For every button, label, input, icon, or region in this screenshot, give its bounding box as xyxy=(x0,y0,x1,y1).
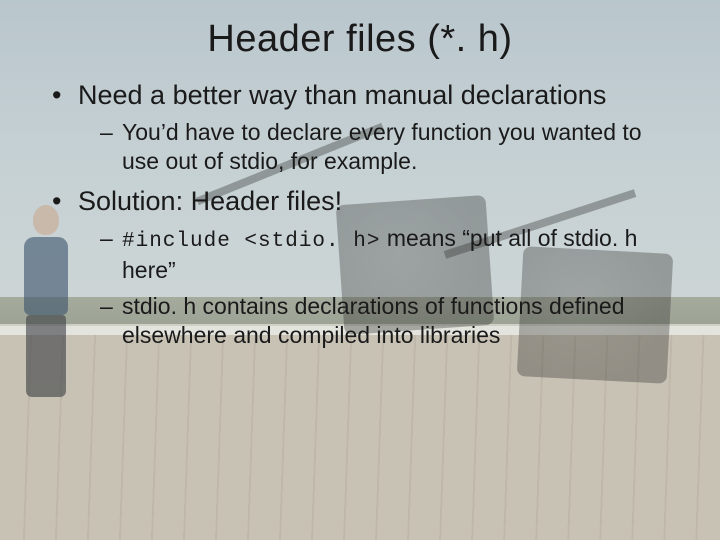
slide-title: Header files (*. h) xyxy=(40,18,680,61)
sub-bullet-item: You’d have to declare every function you… xyxy=(100,118,680,176)
bullet-item: Solution: Header files! #include <stdio.… xyxy=(52,185,680,349)
sub-bullet-item: #include <stdio. h> means “put all of st… xyxy=(100,224,680,284)
code-snippet: #include <stdio. h> xyxy=(122,230,380,253)
bullet-text: Need a better way than manual declaratio… xyxy=(78,80,606,110)
slide: Header files (*. h) Need a better way th… xyxy=(0,0,720,540)
bullet-list: Need a better way than manual declaratio… xyxy=(40,79,680,350)
sub-bullet-text: stdio. h contains declarations of functi… xyxy=(122,293,625,348)
sub-bullet-text: You’d have to declare every function you… xyxy=(122,119,642,174)
bullet-item: Need a better way than manual declaratio… xyxy=(52,79,680,175)
sub-bullet-item: stdio. h contains declarations of functi… xyxy=(100,292,680,350)
slide-content: Header files (*. h) Need a better way th… xyxy=(0,0,720,350)
bullet-text: Solution: Header files! xyxy=(78,186,342,216)
